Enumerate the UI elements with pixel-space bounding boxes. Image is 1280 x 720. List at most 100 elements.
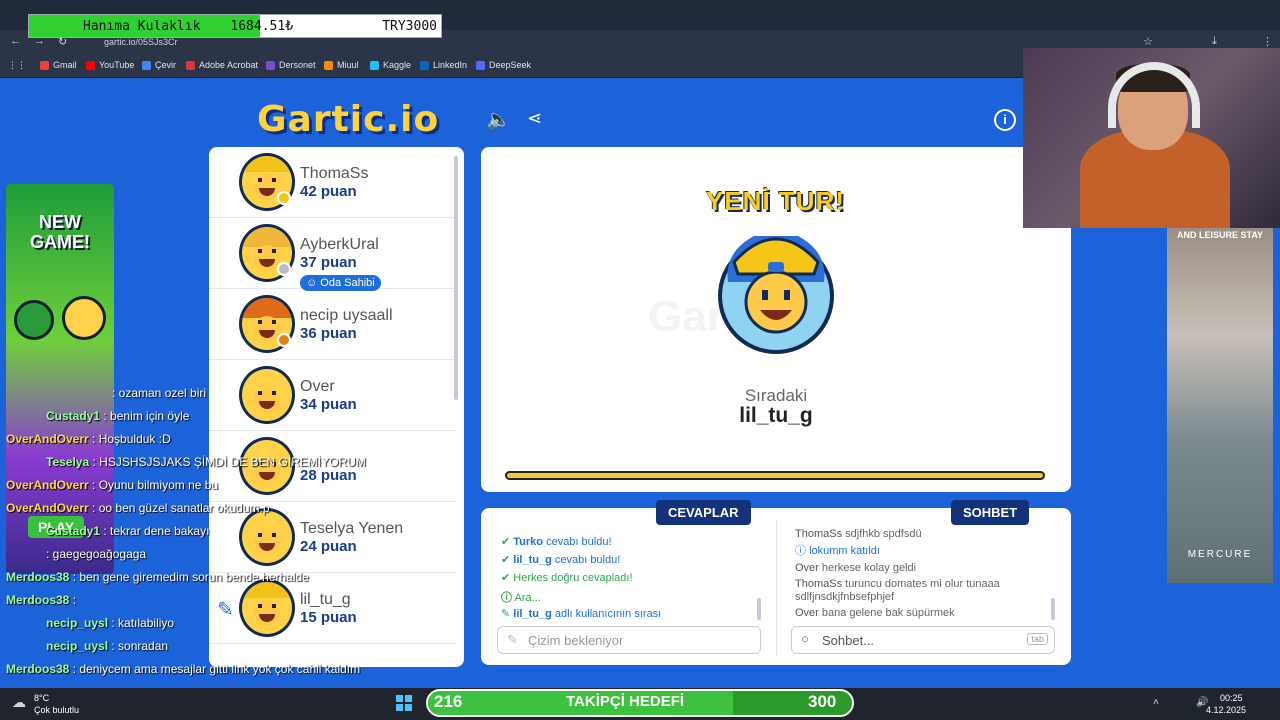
chat-line: Over bana gelene bak süpürmek [795, 607, 955, 619]
volume-icon[interactable]: 🔊 [1196, 697, 1208, 708]
stream-chat-message: Merdoos38 : deniycem ama mesajlar gitti … [6, 662, 361, 676]
back-icon[interactable]: ← [10, 35, 21, 47]
chat-input[interactable]: ○ Sohbet... tab [791, 626, 1055, 654]
stream-chat-message: OverAndOverr : Hoşbulduk :D [6, 432, 171, 446]
adobe-icon [186, 60, 195, 70]
answers-tab[interactable]: CEVAPLAR [656, 500, 751, 525]
bookmark-miuul[interactable]: Miuul [324, 60, 359, 70]
share-icon[interactable]: ⋖ [527, 108, 542, 129]
pencil-icon: ✎ [501, 608, 511, 620]
player-score: 37 puan [300, 254, 357, 271]
goal-target: 300 [808, 692, 837, 711]
stream-chat-message: : gaegegoağogaga [46, 547, 147, 561]
weather-icon: ☁ [12, 694, 26, 710]
apps-icon[interactable]: ⋮⋮ [8, 60, 26, 71]
tray-chevron-icon[interactable]: ˄ [1153, 697, 1159, 708]
sound-icon[interactable]: 🔈 [486, 107, 511, 132]
chat-line: ThomaSs sdjfhkb spdfsdü [795, 528, 922, 540]
bookmark-star-icon[interactable]: ☆ [1143, 35, 1153, 48]
clock-time: 00:25 [1220, 693, 1243, 703]
donation-current: 1684.51₺ [230, 18, 294, 34]
chat-line: Over herkese kolay geldi [795, 562, 917, 574]
bookmark-youtube[interactable]: YouTube [86, 60, 134, 70]
dersonet-icon [266, 60, 275, 70]
next-label: Sıradaki [744, 386, 808, 405]
youtube-icon [86, 60, 95, 70]
tab-shortcut-hint: tab [1027, 633, 1048, 645]
player-score: 28 puan [300, 467, 357, 484]
donation-item: Hanıma Kulaklık [83, 18, 201, 34]
next-player-name: lil_tu_g [739, 404, 813, 427]
donation-goal-bar: Hanıma Kulaklık 1684.51₺ TRY3000 [28, 14, 442, 38]
player-status-dot [277, 262, 291, 276]
player-name: lil_tu_g [300, 591, 351, 608]
bookmark-kaggle[interactable]: Kaggle [370, 60, 411, 70]
kaggle-icon [370, 60, 379, 70]
check-icon: ✔ [501, 536, 511, 548]
side-ad-brand: MERCURE [1187, 549, 1253, 560]
stream-chat-message: Merdoos38 : ben gene giremedim sorun ben… [6, 570, 309, 584]
linkedin-icon [420, 60, 429, 70]
deepseek-icon [476, 60, 485, 70]
player-avatar [239, 508, 295, 566]
check-icon: ✔ [501, 572, 511, 584]
bookmark-gmail[interactable]: Gmail [40, 60, 77, 70]
info-icon[interactable]: i [994, 109, 1016, 131]
player-status-dot [277, 191, 291, 205]
pencil-icon: ✎ [507, 632, 518, 647]
stream-chat-message: Merdoos38 : [6, 593, 77, 607]
answers-scrollbar[interactable] [757, 598, 761, 620]
bookmark-adobe[interactable]: Adobe Acrobat [186, 60, 258, 70]
gartic-logo: Gartic.io [257, 99, 440, 140]
mascot-icon [62, 296, 106, 340]
chat-line: ThomaSs turuncu domates mi olur tunaaa s… [795, 578, 1000, 603]
player-score: 42 puan [300, 183, 357, 200]
clock-date: 4.12.2025 [1206, 705, 1247, 715]
bookmark-deepseek[interactable]: DeepSeek [476, 60, 531, 70]
miuul-icon [324, 60, 333, 70]
player-status-dot [277, 333, 291, 347]
url-bar[interactable]: gartic.io/05SJs3Cr [104, 37, 178, 47]
side-ad-title: AND LEISURE STAY [1176, 230, 1263, 240]
player-score: 24 puan [300, 538, 357, 555]
player-name: AyberkUral [300, 236, 379, 253]
player-row[interactable]: ThomaSs 42 puan [209, 147, 457, 218]
stream-chat-message: necip_uysl : sonradan [46, 639, 169, 653]
stream-chat-message: necip_uysl : katılabiliyo [46, 616, 175, 630]
side-ad-image [1167, 228, 1273, 583]
player-name: necip uysaall [300, 307, 393, 324]
answer-line: ✔ Turko cevabı buldu! [501, 536, 612, 548]
players-scrollbar[interactable] [454, 156, 458, 400]
windows-start-icon[interactable] [396, 695, 412, 711]
players-panel: ThomaSs 42 puan AyberkUral 37 puan ☺ Oda Sah… [209, 147, 464, 667]
info-icon: ⓘ [795, 545, 806, 557]
player-avatar [239, 579, 295, 637]
goal-current: 216 [434, 692, 463, 711]
chat-bubble-icon: ○ [801, 631, 809, 646]
answer-input[interactable]: ✎ Çizim bekleniyor [497, 626, 761, 654]
bookmark-cevir[interactable]: Çevir [142, 60, 176, 70]
answer-line: ✎ lil_tu_g adlı kullanıcının sırası [501, 608, 662, 620]
player-name: ThomaSs [300, 165, 369, 182]
player-score: 36 puan [300, 325, 357, 342]
chat-scrollbar[interactable] [1051, 598, 1055, 620]
bookmark-linkedin[interactable]: LinkedIn [420, 60, 467, 70]
player-row[interactable]: Over 34 puan [209, 360, 457, 431]
weather-temp: 8°C [34, 693, 50, 703]
goal-label: TAKİPÇİ HEDEFİ [566, 693, 685, 710]
player-score: 34 puan [300, 396, 357, 413]
menu-icon[interactable]: ⋮ [1262, 35, 1273, 48]
stream-chat-message: : ozaman ozel biri [112, 386, 207, 400]
player-row[interactable]: necip uysaall 36 puan [209, 289, 457, 360]
answer-line: ⓘ Ara... [501, 592, 541, 604]
timer-icon: ⓘ [501, 592, 512, 604]
stream-chat-message: Custady1 : tekrar dene bakayı [46, 524, 210, 538]
bookmark-dersonet[interactable]: Dersonet [266, 60, 316, 70]
player-name: Teselya Yenen [300, 520, 404, 537]
download-icon[interactable]: ⤓ [1212, 35, 1217, 48]
panel-divider [776, 520, 777, 656]
chat-tab[interactable]: SOHBET [951, 500, 1030, 525]
check-icon: ✔ [501, 554, 511, 566]
player-row[interactable]: AyberkUral 37 puan ☺ Oda Sahibi [209, 218, 457, 291]
answer-line: ✔ lil_tu_g cevabı buldu! [501, 554, 621, 566]
